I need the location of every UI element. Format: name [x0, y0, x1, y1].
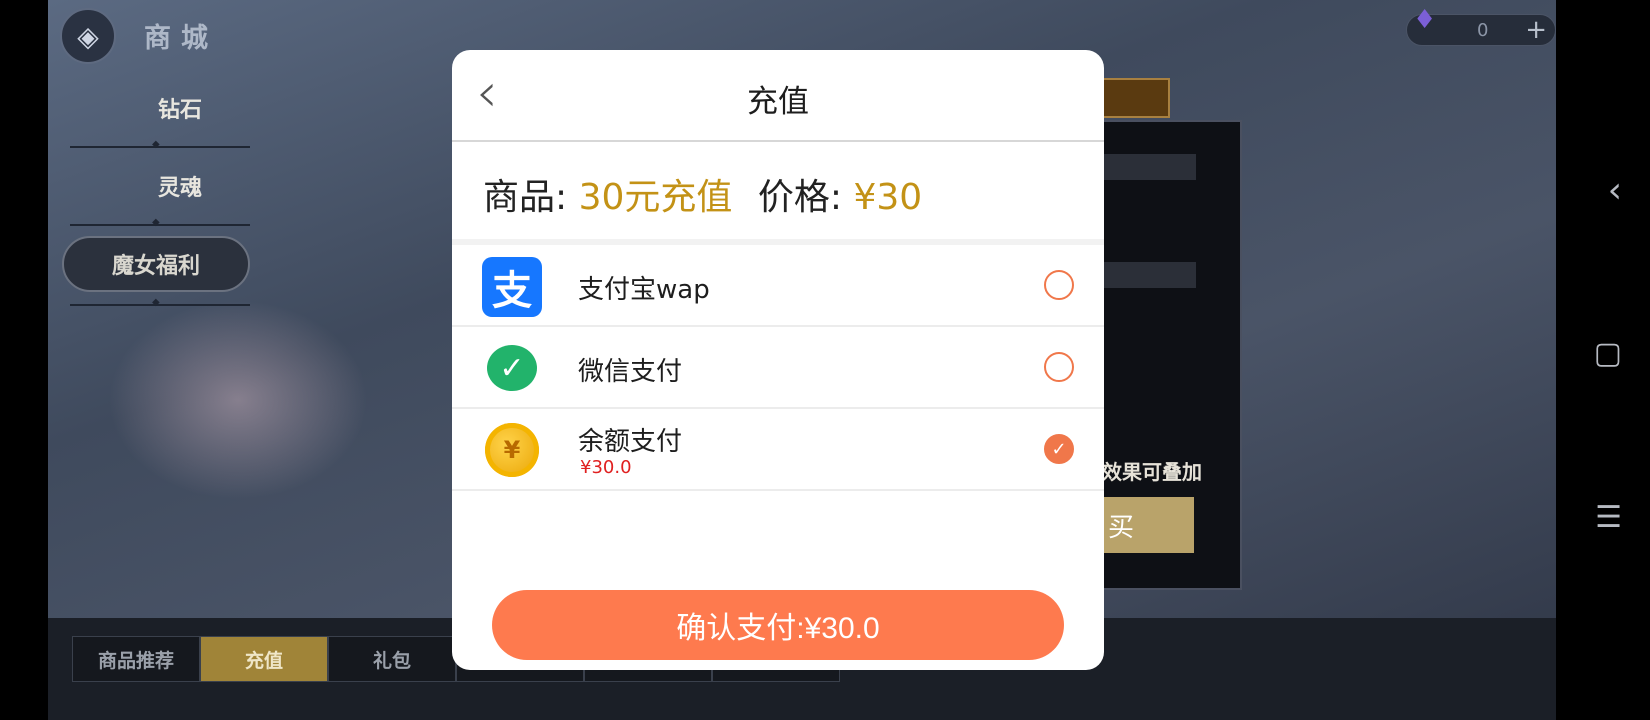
dialog-title: 充值: [747, 84, 809, 120]
nav-menu-icon[interactable]: ☰: [1595, 500, 1622, 535]
currency-bar: ♦ 0 +: [1406, 5, 1556, 46]
category-soul[interactable]: 灵魂: [70, 170, 290, 202]
category-divider: [70, 139, 250, 150]
panel-description: 效果可叠加: [1102, 460, 1202, 484]
tab-recharge[interactable]: 充值: [200, 636, 328, 682]
price-value: ¥30: [853, 177, 923, 218]
payment-option-label: 微信支付: [578, 357, 683, 387]
payment-option-label: 支付宝wap: [578, 275, 710, 305]
panel-buy-button[interactable]: 买: [1102, 497, 1194, 553]
nav-back-icon[interactable]: ‹: [1608, 170, 1622, 211]
background-haze: [108, 300, 368, 500]
category-divider: [70, 217, 250, 228]
product-info: 商品: 30元充值 价格: ¥30: [483, 168, 922, 220]
radio-button-checked[interactable]: ✓: [1044, 434, 1074, 464]
panel-banner: [1098, 78, 1170, 118]
category-diamond[interactable]: 钻石: [70, 92, 290, 124]
payment-option-label: 余额支付: [578, 427, 683, 457]
dialog-header: ‹ 充值: [452, 50, 1104, 142]
alipay-icon: 支: [482, 257, 542, 317]
radio-button[interactable]: [1044, 270, 1074, 300]
category-witch-welfare[interactable]: 魔女福利: [62, 236, 250, 292]
payment-dialog: ‹ 充值 商品: 30元充值 价格: ¥30 支 支付宝wap ✓ 微信支付 ¥…: [452, 50, 1104, 670]
back-logo-icon[interactable]: ◈: [60, 8, 116, 64]
tab-gift[interactable]: 礼包: [328, 636, 456, 682]
add-currency-icon[interactable]: +: [1525, 15, 1547, 45]
gem-icon: ♦: [1413, 5, 1437, 35]
tab-recommend[interactable]: 商品推荐: [72, 636, 200, 682]
payment-option-balance[interactable]: ¥ 余额支付 ¥30.0 ✓: [452, 409, 1104, 491]
radio-button[interactable]: [1044, 352, 1074, 382]
shop-title: 商城: [144, 23, 218, 54]
panel-stripe: [1100, 154, 1196, 180]
panel-stripe: [1100, 262, 1196, 288]
balance-amount: ¥30.0: [580, 457, 632, 478]
payment-option-alipay[interactable]: 支 支付宝wap: [452, 245, 1104, 327]
currency-amount: 0: [1477, 19, 1489, 41]
price-label: 价格:: [757, 177, 842, 218]
product-label: 商品:: [483, 177, 568, 218]
payment-option-wechat[interactable]: ✓ 微信支付: [452, 327, 1104, 409]
wechat-icon: ✓: [487, 345, 537, 391]
coin-icon: ¥: [485, 423, 539, 477]
nav-recent-apps-icon[interactable]: ▢: [1594, 336, 1622, 371]
category-divider: [70, 297, 250, 308]
product-value: 30元充值: [578, 177, 733, 218]
confirm-payment-button[interactable]: 确认支付:¥30.0: [492, 590, 1064, 660]
